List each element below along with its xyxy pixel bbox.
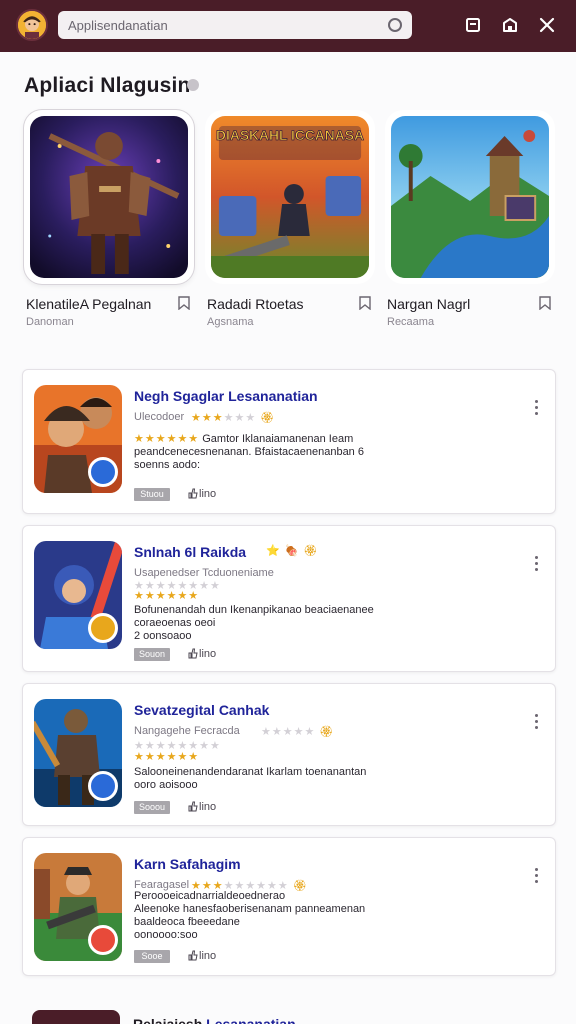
featured-app-artwork: DIASKAHL ICCANASA xyxy=(211,116,369,278)
featured-app-frame xyxy=(24,110,194,284)
thumbs-up-icon xyxy=(188,488,198,499)
more-options-icon[interactable] xyxy=(535,714,539,730)
featured-app-frame: DIASKAHL ICCANASA xyxy=(205,110,375,284)
store-icon xyxy=(503,18,517,32)
close-button[interactable] xyxy=(535,13,559,37)
thumbs-up-icon xyxy=(188,801,198,812)
tablet-icon xyxy=(466,18,480,32)
app-developer: Ulecodoer xyxy=(134,411,185,423)
featured-app-category: Recaama xyxy=(387,316,435,328)
bookmark-icon[interactable] xyxy=(359,296,371,310)
app-card-icon xyxy=(34,541,122,649)
app-card-icon xyxy=(34,853,122,961)
featured-art-title: DIASKAHL ICCANASA xyxy=(216,127,364,143)
app-card[interactable]: Sevatzegital Canhak Nangagehe Fecracda ★… xyxy=(22,683,556,826)
app-likes[interactable]: lino xyxy=(187,487,216,500)
app-tag-badge: Sooe xyxy=(134,950,170,963)
featured-app-2[interactable]: DIASKAHL ICCANASA Radadi Rtoetas Agsnama xyxy=(205,110,375,328)
next-card-title[interactable]: Relaiaiesh Lesananatian xyxy=(133,1016,296,1024)
section-title: Apliaci Nlagusin xyxy=(24,74,191,97)
featured-app-name[interactable]: Radadi Rtoetas xyxy=(207,296,304,312)
app-description: peandcenecesnenanan. Bfaistacaenenanban … xyxy=(134,446,364,471)
app-rating: ★★★★★ 🏵 xyxy=(261,726,335,738)
thumbs-up-icon xyxy=(188,950,198,961)
app-rating-emoji: ⭐ 🍖 🏵 xyxy=(266,545,319,557)
store-button[interactable] xyxy=(498,13,522,37)
featured-app-artwork xyxy=(391,116,549,278)
app-badge-icon xyxy=(88,925,118,955)
search-icon[interactable] xyxy=(388,18,402,32)
avatar-image xyxy=(18,11,46,39)
app-title[interactable]: Negh Sgaglar Lesananatian xyxy=(134,388,318,404)
featured-app-name[interactable]: Nargan Nagrl xyxy=(387,296,470,312)
close-icon xyxy=(539,17,555,33)
app-tag-badge: Stuou xyxy=(134,488,170,501)
search-bar[interactable]: Applisendanatian xyxy=(58,11,412,39)
section-info-icon[interactable] xyxy=(187,79,199,91)
app-review-line: Peroooeicadnarrialdeoednerao xyxy=(134,890,286,902)
app-badge-icon xyxy=(88,613,118,643)
featured-app-3[interactable]: Nargan Nagrl Recaama xyxy=(385,110,555,328)
app-description: Salooneinenandendaranat Ikarlam toenanan… xyxy=(134,766,367,791)
app-likes[interactable]: lino xyxy=(187,647,216,660)
app-card[interactable]: Karn Safahagim Fearagasel ★★★★★★★★★ 🏵 Pe… xyxy=(22,837,556,976)
app-likes[interactable]: lino xyxy=(187,949,216,962)
app-card-icon xyxy=(34,385,122,493)
profile-avatar[interactable] xyxy=(16,9,48,41)
featured-app-name[interactable]: KlenatileA Pegalnan xyxy=(26,296,151,312)
app-review-line: ★★★★★★ xyxy=(134,590,200,602)
tablet-button[interactable] xyxy=(461,13,485,37)
more-options-icon[interactable] xyxy=(535,400,539,416)
app-title[interactable]: Sevatzegital Canhak xyxy=(134,702,269,718)
app-description: Bofunenandah dun Ikenanpikanao beaciaena… xyxy=(134,604,374,642)
app-card[interactable]: Negh Sgaglar Lesananatian Ulecodoer ★★★★… xyxy=(22,369,556,514)
featured-app-artwork xyxy=(30,116,188,278)
more-options-icon[interactable] xyxy=(535,556,539,572)
app-title[interactable]: Snlnah 6l Raikda xyxy=(134,544,246,560)
next-card-icon-peek xyxy=(32,1010,120,1024)
app-review-line: ★★★★★★ xyxy=(134,751,200,763)
app-badge-icon xyxy=(88,457,118,487)
featured-app-1[interactable]: KlenatileA Pegalnan Danoman xyxy=(24,110,194,328)
app-developer: Nangagehe Fecracda xyxy=(134,725,240,737)
bookmark-icon[interactable] xyxy=(178,296,190,310)
app-title[interactable]: Karn Safahagim xyxy=(134,856,241,872)
app-tag-badge: Souon xyxy=(134,648,170,661)
featured-app-frame xyxy=(385,110,555,284)
top-bar: Applisendanatian xyxy=(0,0,576,52)
featured-app-category: Agsnama xyxy=(207,316,254,328)
bookmark-icon[interactable] xyxy=(539,296,551,310)
app-card-icon xyxy=(34,699,122,807)
app-description: Aleenoke hanesfaoberisenanam panneamenan… xyxy=(134,903,366,941)
app-developer: Usapenedser Tcduoneniame xyxy=(134,567,274,579)
app-tag-badge: Sooou xyxy=(134,801,170,814)
app-review-line: ★★★★★★ Gamtor Iklanaiamanenan Ieam xyxy=(134,433,354,445)
thumbs-up-icon xyxy=(188,648,198,659)
app-likes[interactable]: lino xyxy=(187,800,216,813)
app-rating: ★★★★★★ 🏵 xyxy=(191,412,276,424)
app-badge-icon xyxy=(88,771,118,801)
featured-app-category: Danoman xyxy=(26,316,74,328)
search-placeholder: Applisendanatian xyxy=(68,18,168,33)
app-card[interactable]: Snlnah 6l Raikda ⭐ 🍖 🏵 Usapenedser Tcduo… xyxy=(22,525,556,672)
more-options-icon[interactable] xyxy=(535,868,539,884)
